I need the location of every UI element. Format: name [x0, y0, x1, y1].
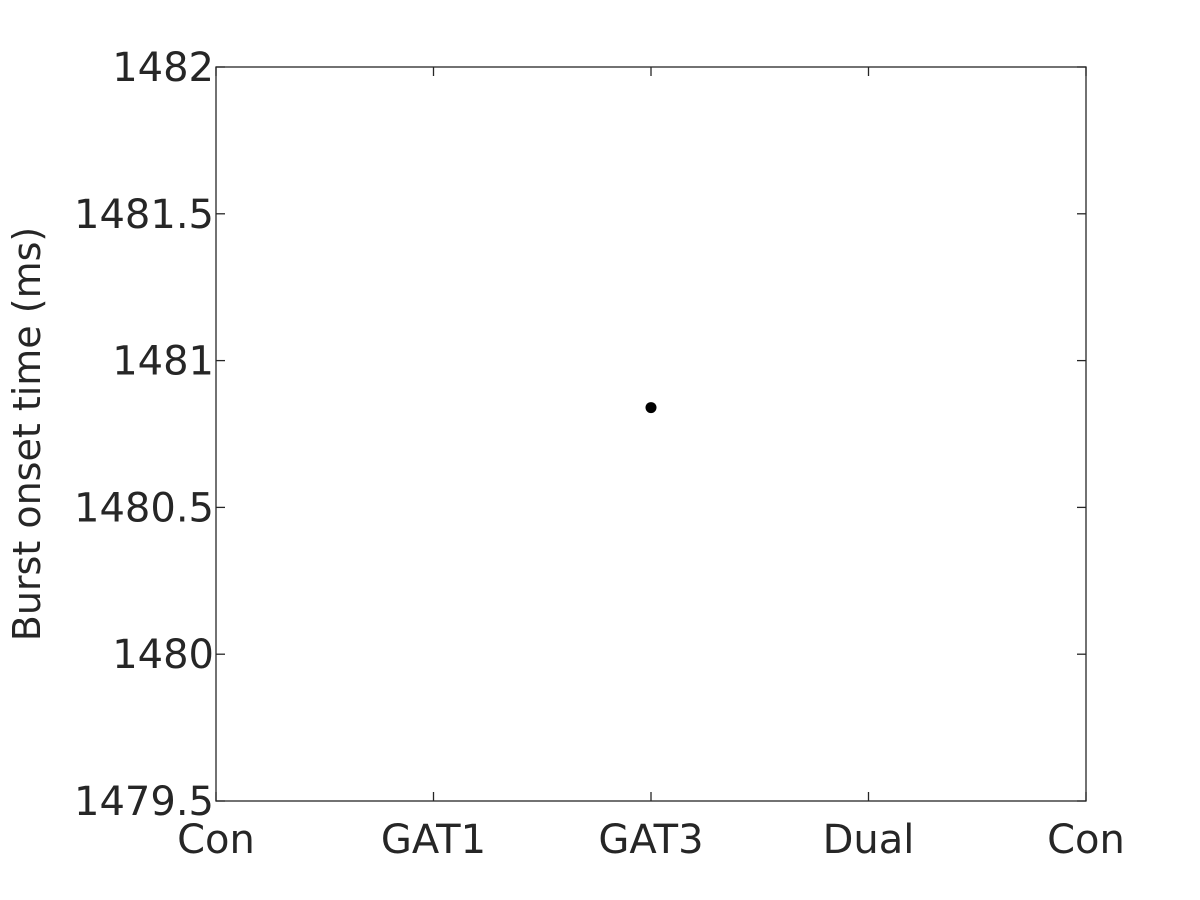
x-tick-label: Dual [823, 817, 915, 863]
x-tick-label: Con [1047, 817, 1125, 863]
plot-area [215, 66, 1087, 802]
y-axis-label: Burst onset time (ms) [5, 227, 49, 641]
chart: 1479.514801480.514811481.51482 Con GAT1 GA… [5, 45, 1125, 863]
x-tick-label: GAT3 [598, 817, 703, 863]
y-tick-label: 1480 [112, 632, 214, 678]
y-tick-label: 1482 [112, 45, 214, 91]
y-tick-label: 1481.5 [74, 192, 214, 238]
data-points [645, 402, 657, 414]
data-point [645, 402, 657, 414]
y-tick-label: 1481 [112, 339, 214, 385]
x-tick-label: GAT1 [381, 817, 486, 863]
x-tick-label: Con [177, 817, 255, 863]
y-tick-label: 1480.5 [74, 485, 214, 531]
